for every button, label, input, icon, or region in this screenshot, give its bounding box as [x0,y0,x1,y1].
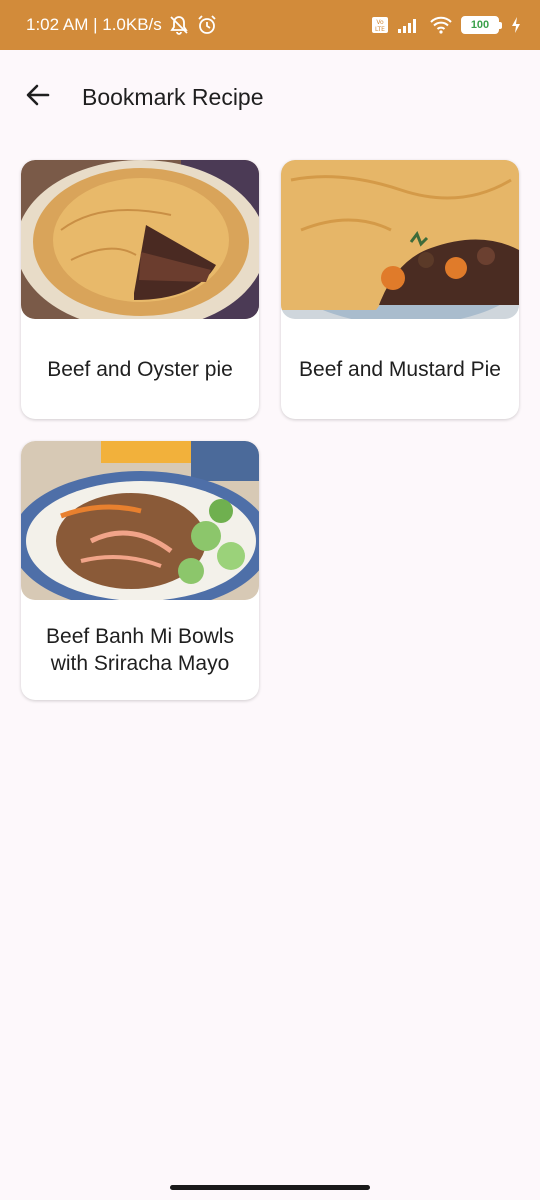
svg-text:Vo: Vo [376,19,384,26]
status-right: Vo LTE 100 [371,16,522,34]
charging-icon [510,16,522,34]
home-indicator[interactable] [170,1185,370,1190]
volte-icon: Vo LTE [371,16,389,34]
recipe-card[interactable]: Beef Banh Mi Bowls with Sriracha Mayo [21,441,259,700]
recipe-card[interactable]: Beef and Mustard Pie [281,160,519,419]
recipe-title: Beef and Mustard Pie [281,319,519,419]
battery-tip [499,21,502,29]
recipe-title-text: Beef and Mustard Pie [299,357,501,381]
battery-level: 100 [461,16,499,34]
recipe-title-text: Beef Banh Mi Bowls with Sriracha Mayo [46,625,234,675]
wifi-icon [429,16,453,34]
mute-icon [168,14,190,36]
recipe-card[interactable]: Beef and Oyster pie [21,160,259,419]
status-bar: 1:02 AM | 1.0KB/s Vo LTE 100 [0,0,540,50]
recipe-title-text: Beef and Oyster pie [47,357,233,381]
battery-icon: 100 [461,16,502,34]
alarm-icon [196,14,218,36]
recipe-grid: Beef and Oyster pie Beef and Mustard Pie [21,160,519,700]
recipe-image [21,160,259,319]
recipe-image [281,160,519,319]
signal-icon [397,16,421,34]
app-bar: Bookmark Recipe [0,50,540,144]
status-left: 1:02 AM | 1.0KB/s [26,14,218,36]
back-button[interactable] [18,77,58,117]
recipe-title: Beef and Oyster pie [21,319,259,419]
arrow-back-icon [24,81,52,114]
recipe-image [21,441,259,600]
page-title: Bookmark Recipe [82,83,264,110]
status-time-speed: 1:02 AM | 1.0KB/s [26,15,162,34]
recipe-title: Beef Banh Mi Bowls with Sriracha Mayo [21,600,259,700]
svg-text:LTE: LTE [375,26,385,33]
